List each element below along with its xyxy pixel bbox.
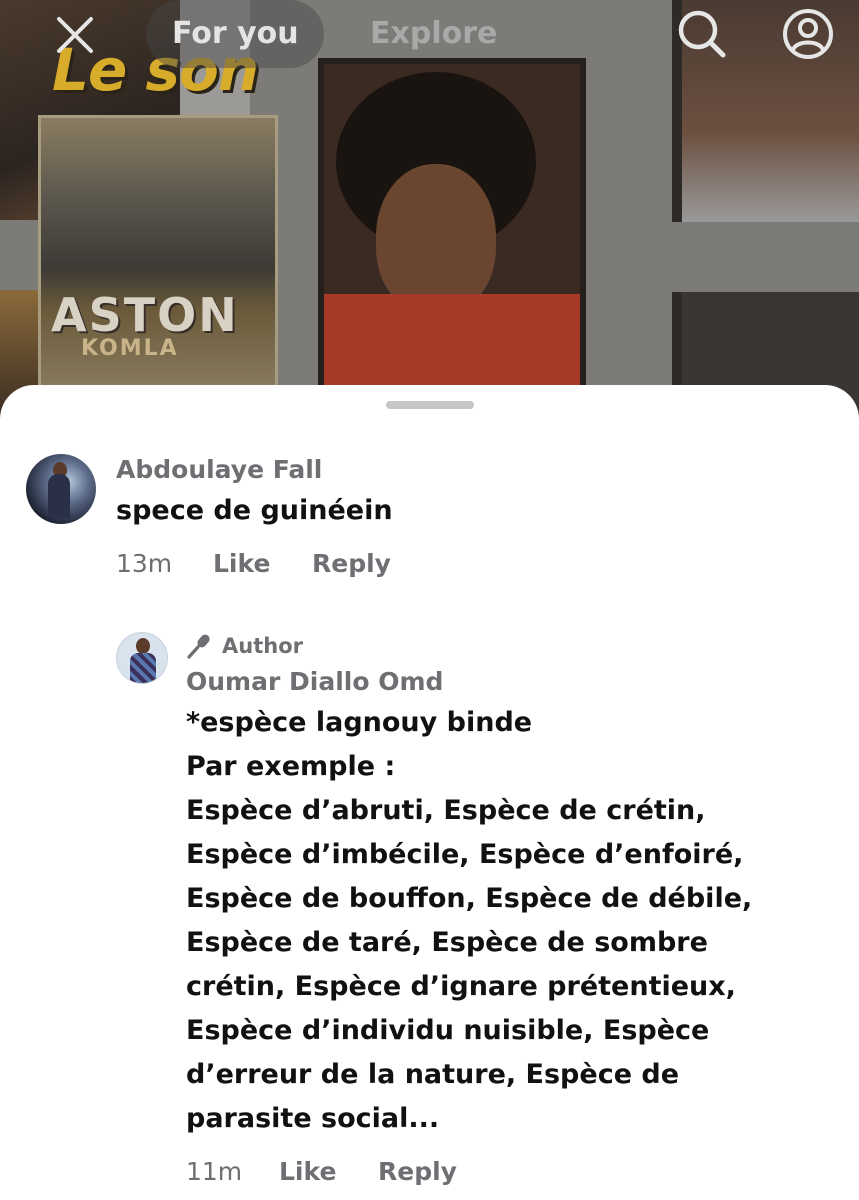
author-badge: Author	[186, 631, 303, 661]
close-button[interactable]	[50, 10, 100, 60]
author-badge-label: Author	[222, 634, 303, 658]
profile-icon	[783, 9, 833, 59]
comment-username[interactable]: Oumar Diallo Omd	[186, 667, 443, 696]
comment-text: *espèce lagnouy binde Par exemple : Espè…	[186, 707, 753, 1134]
sheet-grabber-handle[interactable]	[386, 401, 474, 409]
comment-timestamp: 13m	[116, 549, 173, 578]
comment-timestamp: 11m	[186, 1157, 243, 1186]
tab-explore[interactable]: Explore	[370, 14, 497, 54]
poster-subtitle: KOMLA	[81, 336, 179, 361]
avatar-figure	[48, 474, 70, 518]
reply-button[interactable]: Reply	[312, 549, 391, 578]
comments-sheet: Abdoulaye Fall spece de guinéein 13m Lik…	[0, 385, 859, 1200]
tab-for-you[interactable]: For you	[172, 14, 299, 54]
background-portrait	[318, 58, 586, 404]
background-poster-left: ASTON KOMLA	[38, 115, 278, 395]
like-button[interactable]: Like	[279, 1157, 336, 1186]
like-button[interactable]: Like	[213, 549, 270, 578]
top-navigation: For you Explore	[0, 0, 859, 70]
avatar-head	[136, 638, 150, 654]
comment-text: spece de guinéein	[116, 495, 393, 526]
portrait-face	[376, 164, 496, 314]
reply-button[interactable]: Reply	[378, 1157, 457, 1186]
close-icon	[57, 17, 93, 53]
comment-username[interactable]: Abdoulaye Fall	[116, 455, 322, 484]
avatar[interactable]	[26, 454, 96, 524]
avatar-figure	[130, 653, 156, 683]
poster-title: ASTON	[51, 288, 239, 342]
profile-button[interactable]	[780, 6, 836, 62]
microphone-icon	[187, 634, 210, 659]
avatar[interactable]	[116, 632, 168, 684]
search-icon	[678, 10, 726, 58]
search-button[interactable]	[674, 6, 730, 62]
